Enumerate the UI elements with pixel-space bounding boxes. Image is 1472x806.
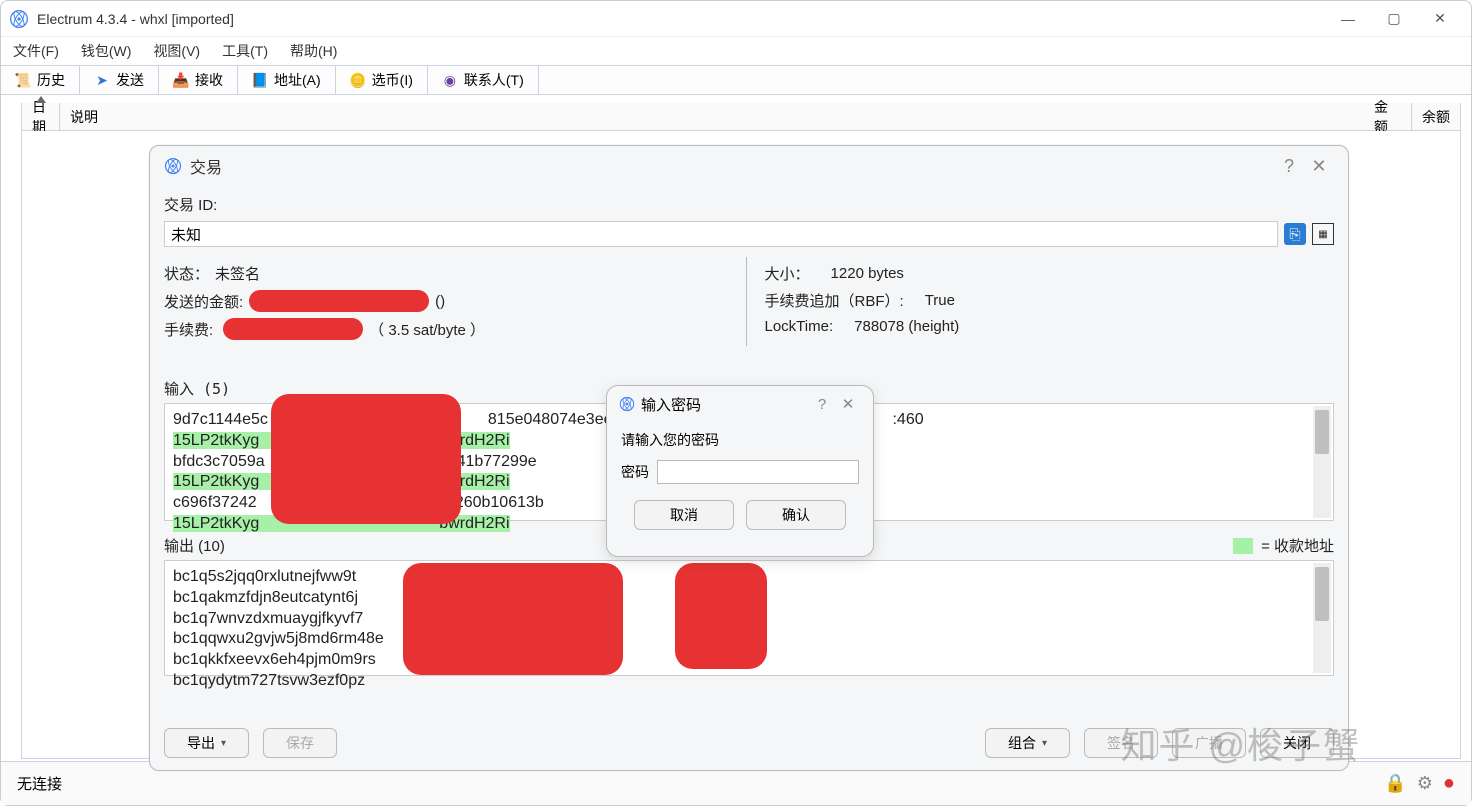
titlebar: Electrum 4.3.4 - whxl [imported] — ▢ ✕ — [1, 1, 1471, 37]
tx-close-button[interactable]: ✕ — [1304, 156, 1334, 177]
redacted-block — [675, 563, 767, 669]
outputs-scrollbar[interactable] — [1313, 563, 1331, 673]
tx-details-right: 大小： 1220 bytes 手续费追加（RBF）: True LockTime… — [747, 257, 1335, 346]
pwd-help-button[interactable]: ? — [809, 396, 835, 413]
receive-icon: 📥 — [173, 72, 189, 88]
close-button[interactable]: ✕ — [1417, 4, 1463, 34]
redacted-amount — [249, 290, 429, 312]
txid-input[interactable] — [164, 221, 1278, 247]
lock-icon[interactable]: 🔒 — [1384, 773, 1406, 794]
rbf-label: 手续费追加（RBF）: — [765, 290, 904, 311]
pwd-close-button[interactable]: ✕ — [835, 395, 861, 413]
status-value: 未签名 — [215, 263, 260, 284]
size-label: 大小： — [765, 263, 810, 284]
pwd-ok-button[interactable]: 确认 — [746, 500, 846, 530]
pwd-prompt: 请输入您的密码 — [621, 430, 859, 450]
contacts-icon: ◉ — [442, 72, 458, 88]
redacted-block — [271, 394, 461, 524]
maximize-button[interactable]: ▢ — [1371, 4, 1417, 34]
electrum-logo-icon — [619, 396, 635, 412]
chevron-down-icon: ▾ — [1042, 738, 1047, 749]
tab-contacts[interactable]: ◉ 联系人(T) — [428, 66, 539, 94]
electrum-logo-icon — [164, 157, 182, 175]
col-amount[interactable]: 金额 — [1364, 103, 1412, 130]
amount-label: 发送的金额: — [164, 291, 243, 312]
pwd-label: 密码 — [621, 462, 649, 482]
electrum-logo-icon — [9, 9, 29, 29]
rbf-value: True — [925, 292, 955, 309]
legend: = 收款地址 — [1233, 535, 1334, 556]
password-input[interactable] — [657, 460, 859, 484]
tab-history[interactable]: 📜 历史 — [1, 66, 80, 94]
col-desc[interactable]: 说明 — [60, 103, 1364, 130]
send-icon: ➤ — [94, 72, 110, 88]
menu-wallet[interactable]: 钱包(W) — [77, 39, 136, 63]
toolbar: 📜 历史 ➤ 发送 📥 接收 📘 地址(A) 🪙 选币(I) ◉ 联系人(T) — [1, 65, 1471, 95]
tab-coins[interactable]: 🪙 选币(I) — [336, 66, 428, 94]
tx-help-button[interactable]: ? — [1274, 156, 1304, 177]
inputs-scrollbar[interactable] — [1313, 406, 1331, 518]
tx-dialog-titlebar: 交易 ? ✕ — [150, 146, 1348, 186]
tab-send[interactable]: ➤ 发送 — [80, 66, 159, 94]
window-title: Electrum 4.3.4 - whxl [imported] — [37, 11, 1325, 27]
tab-addresses-label: 地址(A) — [274, 70, 321, 90]
history-icon: 📜 — [15, 72, 31, 88]
tab-coins-label: 选币(I) — [372, 70, 413, 90]
main-window: Electrum 4.3.4 - whxl [imported] — ▢ ✕ 文… — [0, 0, 1472, 806]
settings-icon[interactable]: ⚙ — [1417, 773, 1433, 794]
tx-dialog-buttons: 导出▾ 保存 组合▾ 签名 广播 关闭 — [164, 728, 1334, 758]
amount-suffix: () — [435, 293, 445, 310]
copy-icon[interactable]: ⎘ — [1284, 223, 1306, 245]
tx-dialog-title: 交易 — [190, 154, 222, 178]
export-button[interactable]: 导出▾ — [164, 728, 249, 758]
tab-addresses[interactable]: 📘 地址(A) — [238, 66, 336, 94]
chevron-down-icon: ▾ — [221, 738, 226, 749]
outputs-label: 输出 (10) — [164, 535, 225, 556]
status-label: 状态： — [164, 263, 209, 284]
redacted-block — [403, 563, 623, 675]
status-icons: 🔒 ⚙ ● — [1384, 772, 1455, 795]
col-date[interactable]: 日期 — [22, 103, 60, 130]
output-row: bc1qydytm727tsvw3ezf0pz — [173, 671, 1325, 692]
save-button[interactable]: 保存 — [263, 728, 337, 758]
menu-help[interactable]: 帮助(H) — [286, 39, 341, 63]
tab-receive[interactable]: 📥 接收 — [159, 66, 238, 94]
menubar: 文件(F) 钱包(W) 视图(V) 工具(T) 帮助(H) — [1, 37, 1471, 65]
tab-receive-label: 接收 — [195, 70, 223, 90]
legend-swatch — [1233, 538, 1253, 554]
history-columns: 日期 说明 金额 余额 — [21, 103, 1461, 131]
col-balance[interactable]: 余额 — [1412, 103, 1460, 130]
fee-rate: （ 3.5 sat/byte ） — [369, 319, 485, 340]
fee-label: 手续费: — [164, 319, 213, 340]
password-dialog: 输入密码 ? ✕ 请输入您的密码 密码 取消 确认 — [606, 385, 874, 557]
legend-label: = 收款地址 — [1261, 535, 1334, 556]
pwd-cancel-button[interactable]: 取消 — [634, 500, 734, 530]
locktime-label: LockTime: — [765, 318, 834, 335]
connection-status: 无连接 — [17, 773, 1384, 794]
coins-icon: 🪙 — [350, 72, 366, 88]
tab-send-label: 发送 — [116, 70, 144, 90]
txid-label: 交易 ID: — [164, 194, 1334, 215]
minimize-button[interactable]: — — [1325, 4, 1371, 34]
menu-tools[interactable]: 工具(T) — [218, 39, 272, 63]
outputs-box: bc1q5s2jqq0rxlutnejfww9t bc1qakmzfdjn8eu… — [164, 560, 1334, 676]
pwd-title: 输入密码 — [641, 394, 701, 415]
qr-icon[interactable]: ▦ — [1312, 223, 1334, 245]
size-value: 1220 bytes — [831, 265, 904, 282]
close-tx-button[interactable]: 关闭 — [1260, 728, 1334, 758]
tx-details-left: 状态： 未签名 发送的金额: () 手续费: （ 3.5 sat/byte ） — [164, 257, 747, 346]
redacted-fee — [223, 318, 363, 340]
address-icon: 📘 — [252, 72, 268, 88]
broadcast-button[interactable]: 广播 — [1172, 728, 1246, 758]
tab-contacts-label: 联系人(T) — [464, 70, 524, 90]
network-icon[interactable]: ● — [1443, 772, 1455, 795]
locktime-value: 788078 (height) — [854, 318, 959, 335]
sign-button[interactable]: 签名 — [1084, 728, 1158, 758]
combine-button[interactable]: 组合▾ — [985, 728, 1070, 758]
tab-history-label: 历史 — [37, 70, 65, 90]
pwd-titlebar: 输入密码 ? ✕ — [607, 386, 873, 422]
menu-file[interactable]: 文件(F) — [9, 39, 63, 63]
menu-view[interactable]: 视图(V) — [149, 39, 204, 63]
